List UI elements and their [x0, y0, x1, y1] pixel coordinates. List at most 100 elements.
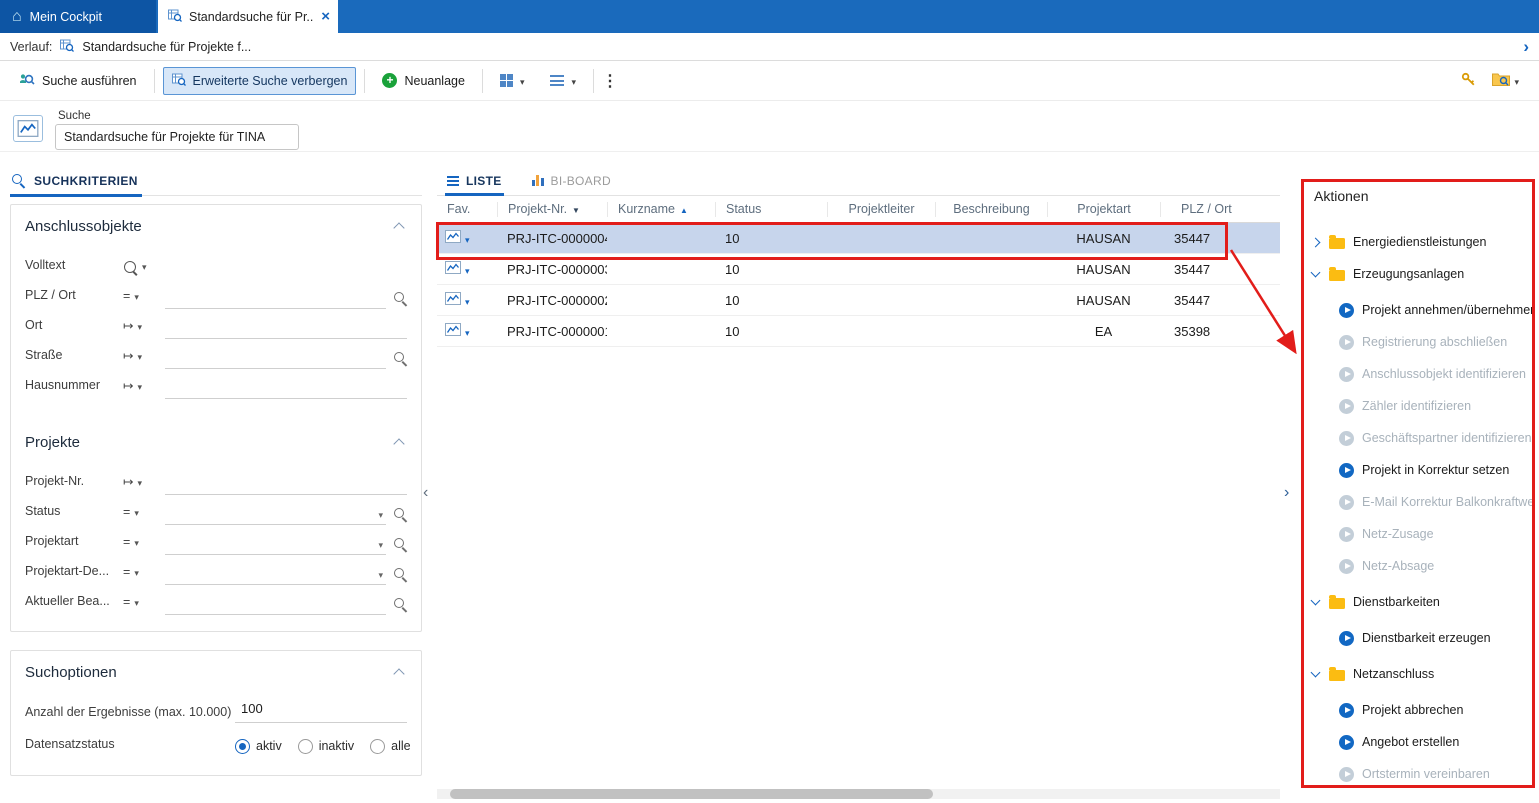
radio-alle[interactable]: alle: [370, 739, 410, 754]
operator-select[interactable]: [123, 259, 165, 279]
chevron-up-icon[interactable]: [393, 668, 404, 679]
chevron-down-icon[interactable]: [465, 293, 470, 308]
search-folder-button[interactable]: [1492, 72, 1519, 89]
operator-select[interactable]: ↦: [123, 474, 165, 495]
plz-ort-input[interactable]: [165, 287, 386, 309]
collapse-left-panel-handle[interactable]: [423, 484, 428, 502]
record-status-label: Datensatzstatus: [25, 737, 235, 755]
operator-select[interactable]: ↦: [123, 378, 165, 399]
chart-icon[interactable]: [445, 230, 461, 246]
action-dienstbarkeit-erzeugen[interactable]: Dienstbarkeit erzeugen: [1312, 622, 1532, 654]
tree-folder-dienstbarkeiten[interactable]: Dienstbarkeiten: [1312, 586, 1532, 618]
column-header-status[interactable]: Status: [715, 202, 827, 217]
action-projekt-abbrechen[interactable]: Projekt abbrechen: [1312, 694, 1532, 726]
sort-desc-icon[interactable]: [572, 202, 580, 216]
chevron-down-icon[interactable]: [1311, 596, 1321, 606]
chart-icon[interactable]: [445, 292, 461, 308]
ort-input[interactable]: [165, 317, 407, 339]
search-icon[interactable]: [394, 568, 407, 581]
section-projekte[interactable]: Projekte: [25, 429, 407, 455]
key-icon[interactable]: [1461, 72, 1476, 90]
expand-right-panel-handle[interactable]: [1284, 484, 1289, 502]
projektart-combobox[interactable]: [165, 533, 386, 555]
tree-folder-energiedienstleistungen[interactable]: Energiedienstleistungen: [1312, 226, 1532, 258]
column-header-beschreibung[interactable]: Beschreibung: [935, 202, 1047, 217]
kebab-menu-icon[interactable]: [602, 71, 618, 91]
radio-button[interactable]: [235, 739, 250, 754]
scrollbar-thumb[interactable]: [450, 789, 933, 799]
aktueller-bearbeiter-input[interactable]: [165, 593, 386, 615]
hausnummer-input[interactable]: [165, 377, 407, 399]
row-fav-cell[interactable]: [437, 292, 497, 308]
horizontal-scrollbar[interactable]: [437, 789, 1280, 799]
suche-name-input[interactable]: Standardsuche für Projekte für TINA: [55, 124, 299, 150]
action-projekt-annehmen[interactable]: Projekt annehmen/übernehmen: [1312, 294, 1532, 326]
tab-mein-cockpit[interactable]: Mein Cockpit: [0, 0, 156, 33]
operator-select[interactable]: =: [123, 505, 165, 525]
operator-select[interactable]: =: [123, 565, 165, 585]
field-row-aktueller-bearbeiter: Aktueller Bea... =: [25, 585, 407, 615]
projekt-nr-input[interactable]: [165, 473, 407, 495]
row-fav-cell[interactable]: [437, 261, 497, 277]
strasse-input[interactable]: [165, 347, 386, 369]
chevron-right-icon[interactable]: [1311, 237, 1321, 247]
column-header-plz-ort[interactable]: PLZ / Ort: [1160, 202, 1280, 217]
search-icon[interactable]: [394, 292, 407, 305]
list-view-button[interactable]: [541, 68, 585, 94]
tree-folder-netzanschluss[interactable]: Netzanschluss: [1312, 658, 1532, 690]
row-fav-cell[interactable]: [437, 323, 497, 339]
chevron-down-icon[interactable]: [465, 262, 470, 277]
row-fav-cell[interactable]: [437, 230, 497, 246]
chevron-down-icon[interactable]: [465, 231, 470, 246]
chevron-up-icon[interactable]: [393, 222, 404, 233]
operator-select[interactable]: ↦: [123, 318, 165, 339]
action-angebot-erstellen[interactable]: Angebot erstellen: [1312, 726, 1532, 758]
table-row[interactable]: PRJ-ITC-0000001 10 EA 35398: [437, 316, 1280, 347]
search-icon[interactable]: [394, 508, 407, 521]
grid-view-button[interactable]: [491, 68, 534, 94]
suche-ausfuehren-button[interactable]: Suche ausführen: [10, 66, 146, 96]
table-row[interactable]: PRJ-ITC-0000004 10 HAUSAN 35447: [437, 223, 1280, 254]
criteria-header: SUCHKRITERIEN: [10, 166, 422, 196]
chevron-up-icon[interactable]: [393, 438, 404, 449]
max-results-input[interactable]: 100: [235, 701, 407, 723]
column-header-projektleiter[interactable]: Projektleiter: [827, 202, 935, 217]
search-icon[interactable]: [394, 352, 407, 365]
chevron-down-icon[interactable]: [465, 324, 470, 339]
radio-aktiv[interactable]: aktiv: [235, 739, 282, 754]
table-row[interactable]: PRJ-ITC-0000003 10 HAUSAN 35447: [437, 254, 1280, 285]
chevron-down-icon[interactable]: [1311, 668, 1321, 678]
action-projekt-in-korrektur[interactable]: Projekt in Korrektur setzen: [1312, 454, 1532, 486]
verlauf-item[interactable]: Standardsuche für Projekte f...: [82, 40, 251, 54]
erweiterte-suche-button[interactable]: Erweiterte Suche verbergen: [163, 67, 357, 95]
projektart-detail-combobox[interactable]: [165, 563, 386, 585]
column-header-projektart[interactable]: Projektart: [1047, 202, 1160, 217]
sort-asc-icon[interactable]: [680, 202, 688, 216]
operator-select[interactable]: =: [123, 535, 165, 555]
section-anschlussobjekte[interactable]: Anschlussobjekte: [25, 213, 407, 239]
operator-select[interactable]: ↦: [123, 348, 165, 369]
section-suchoptionen[interactable]: Suchoptionen: [25, 659, 407, 685]
table-row[interactable]: PRJ-ITC-0000002 10 HAUSAN 35447: [437, 285, 1280, 316]
chevron-down-icon[interactable]: [1311, 268, 1321, 278]
tab-bi-board[interactable]: BI-BOARD: [532, 166, 611, 195]
neuanlage-button[interactable]: Neuanlage: [373, 67, 473, 94]
operator-select[interactable]: =: [123, 595, 165, 615]
column-header-fav[interactable]: Fav.: [437, 202, 497, 217]
radio-button[interactable]: [370, 739, 385, 754]
column-header-projekt-nr[interactable]: Projekt-Nr.: [497, 202, 607, 217]
radio-button[interactable]: [298, 739, 313, 754]
chevron-right-icon[interactable]: [1523, 37, 1529, 57]
search-icon[interactable]: [394, 598, 407, 611]
tree-folder-erzeugungsanlagen[interactable]: Erzeugungsanlagen: [1312, 258, 1532, 290]
chart-icon[interactable]: [445, 323, 461, 339]
operator-select[interactable]: =: [123, 289, 165, 309]
tab-standardsuche[interactable]: Standardsuche für Pr...: [158, 0, 338, 33]
search-icon[interactable]: [394, 538, 407, 551]
column-header-kurzname[interactable]: Kurzname: [607, 202, 715, 217]
radio-inaktiv[interactable]: inaktiv: [298, 739, 354, 754]
tab-liste[interactable]: LISTE: [447, 166, 502, 195]
close-icon[interactable]: [321, 8, 330, 25]
chart-icon[interactable]: [445, 261, 461, 277]
status-combobox[interactable]: [165, 503, 386, 525]
